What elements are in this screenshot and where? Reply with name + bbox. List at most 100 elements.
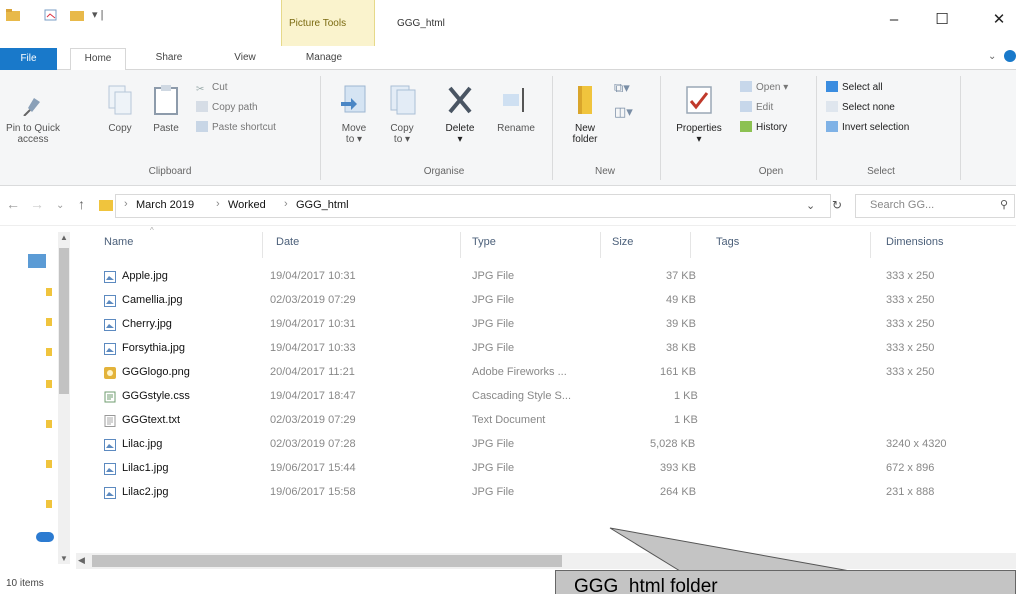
forward-arrow-icon[interactable]: → <box>30 196 44 212</box>
properties-dropdown-arrow[interactable]: ▾ <box>668 134 730 145</box>
column-header-date[interactable]: Date <box>276 236 299 248</box>
nav-scroll-thumb[interactable] <box>59 248 69 394</box>
column-header-dimensions[interactable]: Dimensions <box>886 236 943 248</box>
column-header-type[interactable]: Type <box>472 236 496 248</box>
copy-button[interactable]: Copy <box>100 84 140 134</box>
file-row[interactable]: GGGlogo.png 20/04/2017 11:21 Adobe Firew… <box>84 362 1004 384</box>
file-size: 5,028 KB <box>650 438 696 450</box>
breadcrumb-ggg-html[interactable]: GGG_html <box>296 199 349 211</box>
file-row[interactable]: Apple.jpg 19/04/2017 10:31 JPG File 37 K… <box>84 266 1004 288</box>
nav-folder-icon[interactable] <box>46 380 52 388</box>
easy-access-icon[interactable]: ◫▾ <box>614 104 633 120</box>
properties-button[interactable]: Properties ▾ <box>668 84 730 145</box>
quick-access-star-icon[interactable] <box>28 254 46 268</box>
window-title: GGG_html <box>397 18 445 29</box>
file-size: 38 KB <box>666 342 696 354</box>
invert-selection-button[interactable]: Invert selection <box>826 120 909 136</box>
select-none-button[interactable]: Select none <box>826 100 895 116</box>
paste-shortcut-button[interactable]: Paste shortcut <box>196 120 276 136</box>
nav-folder-icon[interactable] <box>46 348 52 356</box>
copy-to-button[interactable]: Copy to ▾ <box>382 84 422 145</box>
search-icon[interactable]: ⚲ <box>1000 198 1008 211</box>
ribbon-collapse-icon[interactable]: ⌄ <box>988 51 996 62</box>
new-folder-quick-icon[interactable] <box>70 9 84 21</box>
file-date: 19/04/2017 10:33 <box>270 342 356 354</box>
nav-folder-icon[interactable] <box>46 288 52 296</box>
file-row[interactable]: Lilac2.jpg 19/06/2017 15:58 JPG File 264… <box>84 482 1004 504</box>
select-all-label: Select all <box>842 82 883 93</box>
column-divider[interactable] <box>870 232 871 258</box>
tab-view[interactable]: View <box>222 48 268 68</box>
copy-path-button[interactable]: Copy path <box>196 100 258 116</box>
open-group-label: Open <box>758 166 784 177</box>
delete-button[interactable]: Delete ▾ <box>436 84 484 145</box>
properties-quick-icon[interactable] <box>44 9 58 21</box>
scroll-left-icon[interactable]: ◀ <box>78 555 85 566</box>
close-button[interactable]: ✕ <box>985 9 1013 31</box>
file-row[interactable]: GGGstyle.css 19/04/2017 18:47 Cascading … <box>84 386 1004 408</box>
ribbon-separator <box>320 76 321 180</box>
pin-to-quick-access-button[interactable]: Pin to Quick access <box>0 84 66 145</box>
new-folder-button[interactable]: New folder <box>562 84 608 145</box>
nav-folder-icon[interactable] <box>46 318 52 326</box>
scroll-down-icon[interactable]: ▼ <box>60 554 68 563</box>
quick-access-dropdown-icon[interactable]: ▾ | <box>92 8 103 21</box>
new-item-icon[interactable]: ⧉▾ <box>614 80 630 96</box>
search-placeholder[interactable]: Search GG... <box>870 199 934 211</box>
file-row[interactable]: Lilac1.jpg 19/06/2017 15:44 JPG File 393… <box>84 458 1004 480</box>
select-all-button[interactable]: Select all <box>826 80 883 96</box>
breadcrumb-separator[interactable]: › <box>284 198 288 210</box>
breadcrumb-worked[interactable]: Worked <box>228 199 266 211</box>
tab-home[interactable]: Home <box>70 48 126 71</box>
edit-label: Edit <box>756 102 774 113</box>
column-divider[interactable] <box>460 232 461 258</box>
file-row[interactable]: GGGtext.txt 02/03/2019 07:29 Text Docume… <box>84 410 1004 432</box>
open-button[interactable]: Open ▾ <box>740 80 788 96</box>
breadcrumb-separator[interactable]: › <box>216 198 220 210</box>
ribbon-separator <box>660 76 661 180</box>
column-header-tags[interactable]: Tags <box>716 236 739 248</box>
cut-button[interactable]: ✂ Cut <box>196 80 228 96</box>
recent-locations-icon[interactable]: ⌄ <box>56 200 64 211</box>
file-row[interactable]: Forsythia.jpg 19/04/2017 10:33 JPG File … <box>84 338 1004 360</box>
address-dropdown-icon[interactable]: ⌄ <box>806 199 815 212</box>
column-divider[interactable] <box>600 232 601 258</box>
refresh-icon[interactable]: ↻ <box>832 198 842 212</box>
file-dimensions: 333 x 250 <box>886 342 935 354</box>
rename-button[interactable]: Rename <box>492 84 540 134</box>
new-folder-line1: New <box>574 123 595 134</box>
breadcrumb-separator[interactable]: › <box>124 198 128 210</box>
help-icon[interactable] <box>1004 50 1016 62</box>
file-row[interactable]: Camellia.jpg 02/03/2019 07:29 JPG File 4… <box>84 290 1004 312</box>
file-row[interactable]: Cherry.jpg 19/04/2017 10:31 JPG File 39 … <box>84 314 1004 336</box>
paste-button[interactable]: Paste <box>144 84 188 134</box>
move-to-button[interactable]: Move to ▾ <box>334 84 374 145</box>
breadcrumb-march-2019[interactable]: March 2019 <box>136 199 194 211</box>
column-divider[interactable] <box>262 232 263 258</box>
horizontal-scroll-thumb[interactable] <box>92 555 562 567</box>
tab-file[interactable]: File <box>0 48 57 70</box>
back-arrow-icon[interactable]: ← <box>6 196 20 212</box>
edit-button[interactable]: Edit <box>740 100 773 116</box>
tab-share[interactable]: Share <box>146 48 192 68</box>
column-divider[interactable] <box>690 232 691 258</box>
up-arrow-icon[interactable]: ↑ <box>78 196 85 212</box>
address-bar[interactable] <box>115 194 831 218</box>
nav-folder-icon[interactable] <box>46 460 52 468</box>
file-row[interactable]: Lilac.jpg 02/03/2019 07:28 JPG File 5,02… <box>84 434 1004 456</box>
maximize-button[interactable]: ☐ <box>928 9 956 31</box>
delete-dropdown-arrow[interactable]: ▾ <box>436 134 484 145</box>
select-none-icon <box>826 101 838 112</box>
nav-folder-icon[interactable] <box>46 420 52 428</box>
scroll-up-icon[interactable]: ▲ <box>60 233 68 242</box>
minimize-button[interactable]: – <box>880 9 908 31</box>
tab-manage[interactable]: Manage <box>294 48 354 68</box>
image-file-icon <box>104 487 116 499</box>
history-button[interactable]: History <box>740 120 787 136</box>
column-header-name[interactable]: Name <box>104 236 133 248</box>
onedrive-cloud-icon[interactable] <box>36 532 54 542</box>
column-header-size[interactable]: Size <box>612 236 633 248</box>
rename-icon <box>503 88 524 112</box>
properties-label: Properties <box>676 123 722 134</box>
nav-folder-icon[interactable] <box>46 500 52 508</box>
